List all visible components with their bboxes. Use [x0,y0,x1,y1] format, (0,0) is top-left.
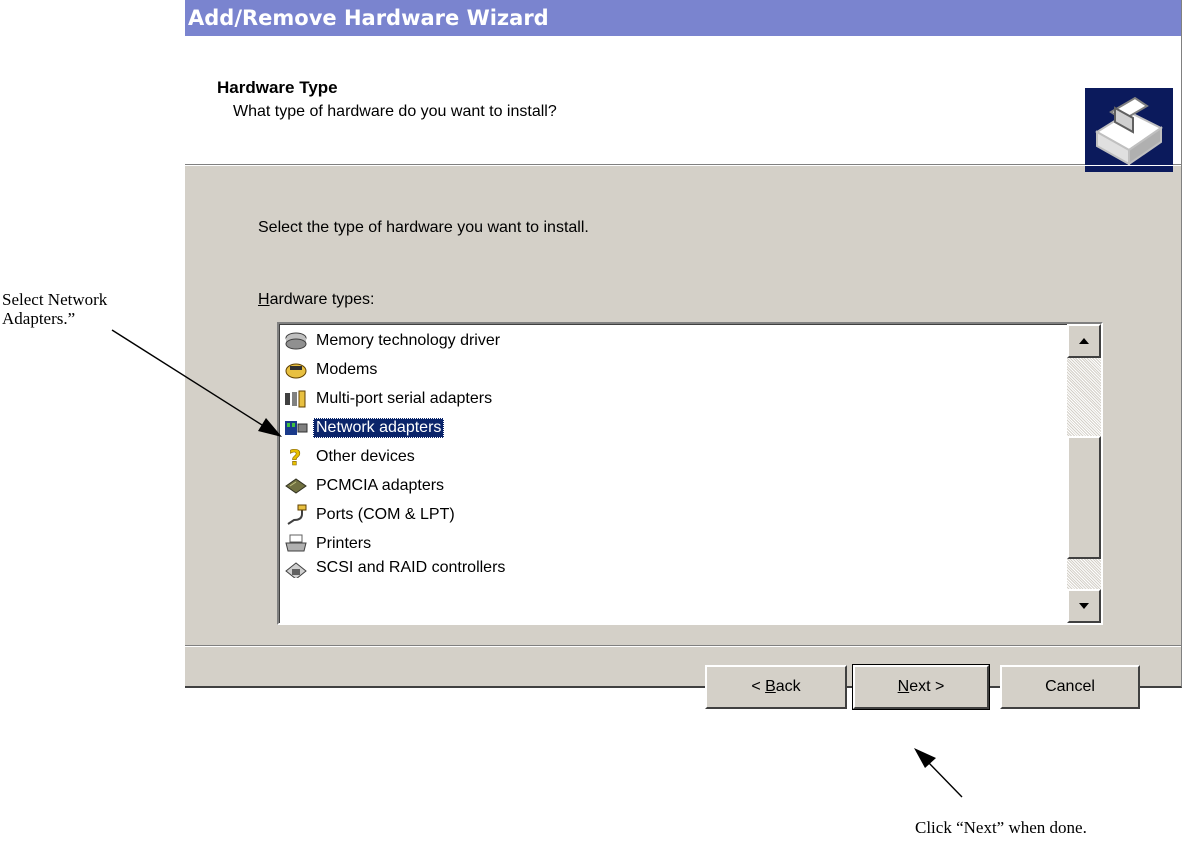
arrow-to-next-button [914,748,963,798]
annotation-arrows [111,329,963,798]
arrow-to-network-adapters [111,329,282,437]
